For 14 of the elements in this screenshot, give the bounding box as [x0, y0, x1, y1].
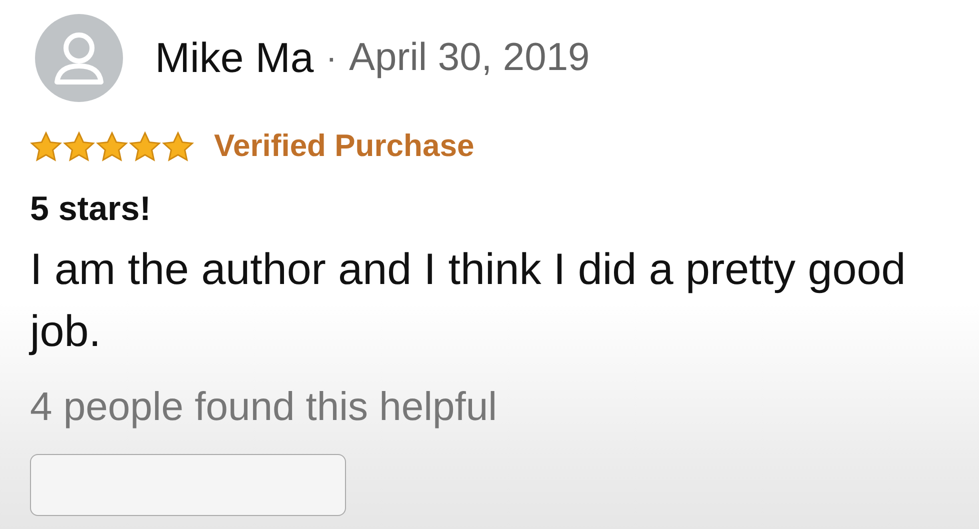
verified-purchase-label: Verified Purchase: [214, 128, 474, 164]
star-icon: [129, 130, 161, 162]
star-icon: [162, 130, 194, 162]
separator: ·: [326, 38, 338, 78]
button[interactable]: [30, 454, 346, 516]
avatar-icon: [35, 14, 123, 102]
reviewer-name[interactable]: Mike Ma: [155, 34, 314, 82]
star-icon: [30, 130, 62, 162]
star-icon: [96, 130, 128, 162]
review-date: April 30, 2019: [349, 36, 590, 80]
review-text: I am the author and I think I did a pretty good job.: [30, 244, 907, 358]
helpful-count: 4 people found this helpful: [30, 385, 498, 430]
star-icon: [63, 130, 95, 162]
review-title: 5 stars!: [30, 190, 152, 229]
